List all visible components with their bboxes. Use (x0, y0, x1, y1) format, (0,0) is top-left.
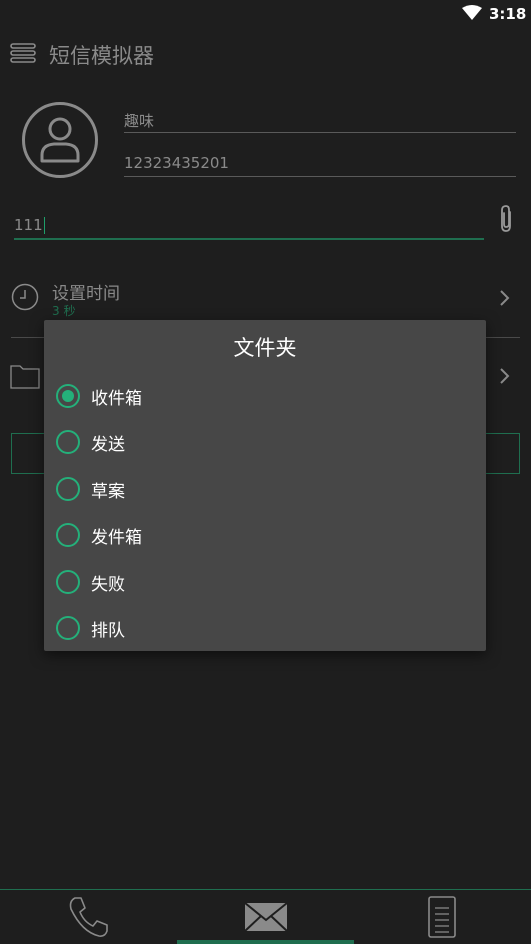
message-text: 111 (14, 216, 43, 234)
person-icon (40, 117, 80, 163)
dialog-title: 文件夹 (233, 336, 297, 360)
bottom-nav-border (0, 889, 531, 890)
mail-icon[interactable] (244, 900, 288, 934)
app-title: 短信模拟器 (49, 44, 154, 68)
text-cursor (43, 217, 45, 234)
phone-icon[interactable] (66, 895, 110, 939)
option-label: 排队 (91, 621, 125, 641)
delay-value: 3 秒 (52, 304, 76, 318)
folder-dialog: 文件夹 收件箱 发送 草案 发件箱 失败 排队 (44, 320, 486, 651)
option-failed[interactable]: 失败 (56, 564, 456, 600)
radio-button[interactable] (56, 523, 80, 547)
chevron-right-icon[interactable] (499, 289, 511, 307)
active-tab-indicator (177, 940, 354, 944)
option-sent[interactable]: 发送 (56, 424, 456, 460)
radio-button-selected[interactable] (56, 384, 80, 408)
set-time-label[interactable]: 设置时间 (52, 279, 120, 304)
option-label: 草案 (91, 482, 125, 502)
option-inbox[interactable]: 收件箱 (56, 378, 456, 414)
contact-name-field[interactable]: 趣味 (124, 110, 516, 133)
radio-button[interactable] (56, 570, 80, 594)
option-label: 发送 (91, 435, 125, 455)
option-label: 发件箱 (91, 528, 142, 548)
option-label: 失败 (91, 575, 125, 595)
radio-button[interactable] (56, 430, 80, 454)
wifi-icon (462, 5, 482, 20)
status-bar: 3:18 (0, 0, 531, 30)
radio-button[interactable] (56, 616, 80, 640)
chevron-right-icon[interactable] (499, 367, 511, 385)
option-label: 收件箱 (91, 389, 142, 409)
option-queued[interactable]: 排队 (56, 610, 456, 646)
phone-number-field[interactable]: 12323435201 (124, 154, 516, 177)
folder-icon (10, 365, 40, 389)
paperclip-icon[interactable] (497, 204, 515, 234)
message-input[interactable]: 111 (14, 216, 484, 240)
avatar[interactable] (22, 102, 98, 178)
option-draft[interactable]: 草案 (56, 471, 456, 507)
clock-icon (11, 283, 39, 311)
option-outbox[interactable]: 发件箱 (56, 517, 456, 553)
document-icon[interactable] (428, 896, 456, 938)
menu-icon[interactable] (10, 43, 36, 63)
radio-button[interactable] (56, 477, 80, 501)
status-time: 3:18 (489, 5, 527, 23)
